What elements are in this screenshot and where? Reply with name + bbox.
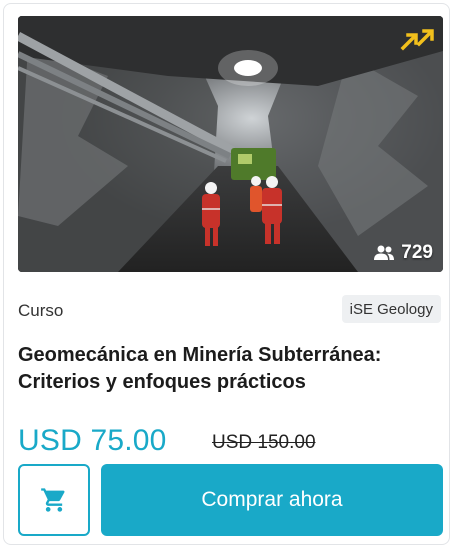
shopping-cart-icon <box>41 488 65 512</box>
course-thumbnail[interactable]: 729 <box>18 16 443 272</box>
course-type-label: Curso <box>18 301 64 320</box>
original-price: USD 150.00 <box>212 432 316 453</box>
group-icon <box>374 245 395 260</box>
course-card[interactable]: 729 Curso iSE Geology Geomecánica en Min… <box>3 3 450 545</box>
students-count: 729 <box>401 242 433 263</box>
provider-badge[interactable]: iSE Geology <box>341 295 441 323</box>
current-price: USD 75.00 <box>18 424 167 457</box>
course-title-line2: Criterios y enfoques prácticos <box>18 371 306 393</box>
trending-arrows-icon <box>400 29 434 51</box>
buy-now-button[interactable]: Comprar ahora <box>101 464 443 536</box>
tunnel-photo <box>18 16 443 272</box>
course-title-line1: Geomecánica en Minería Subterránea: <box>18 344 382 366</box>
add-to-cart-button[interactable] <box>18 464 90 536</box>
course-title[interactable]: Geomecánica en Minería Subterránea: Crit… <box>18 342 443 396</box>
students-count-badge: 729 <box>373 242 433 264</box>
